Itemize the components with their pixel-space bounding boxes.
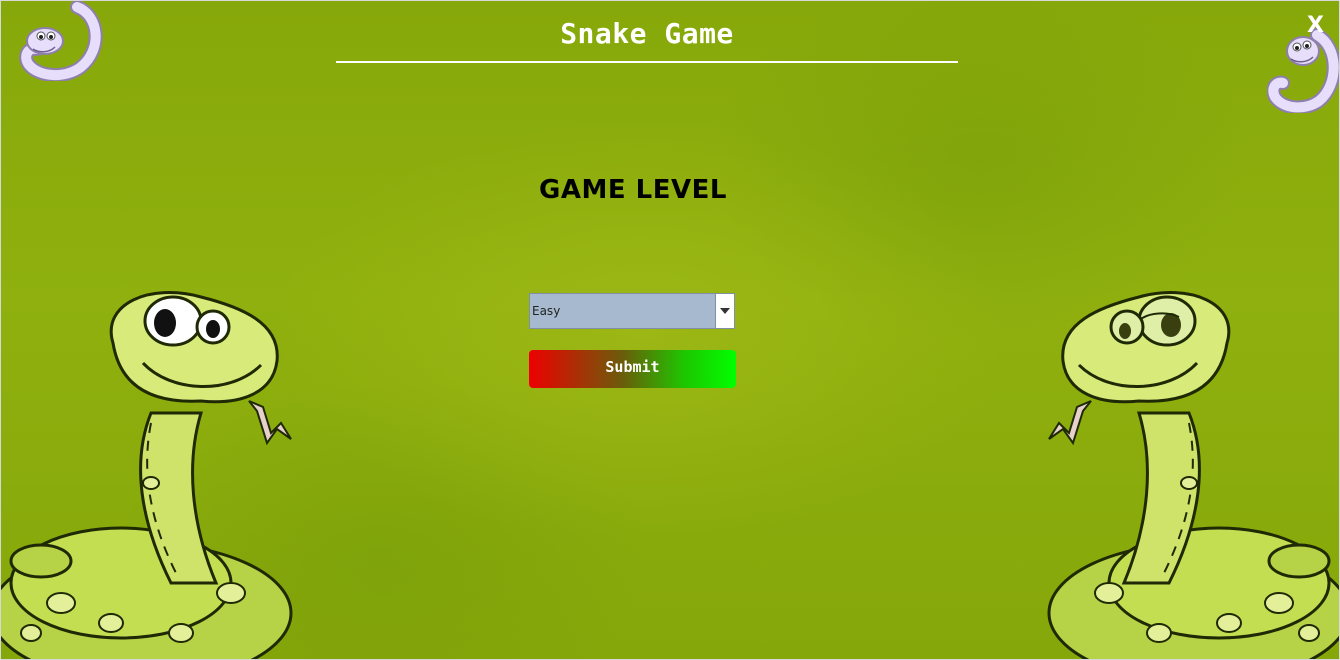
small-purple-snake-icon xyxy=(19,1,103,81)
small-purple-snake-icon xyxy=(1267,28,1339,113)
game-level-heading: GAME LEVEL xyxy=(539,175,727,205)
title-divider xyxy=(336,61,958,63)
window-title: Snake Game xyxy=(560,17,734,50)
dropdown-arrow-button[interactable] xyxy=(715,294,734,328)
game-level-dropdown[interactable]: Easy xyxy=(529,293,735,329)
close-button[interactable]: X xyxy=(1307,13,1329,41)
cartoon-green-snake xyxy=(1,291,293,659)
cartoon-green-snake xyxy=(1047,291,1339,659)
game-level-selected-value: Easy xyxy=(532,304,561,318)
submit-button[interactable]: Submit xyxy=(529,350,736,388)
game-window: Snake Game X GAME LEVEL Easy Submit xyxy=(0,0,1340,660)
chevron-down-icon xyxy=(720,308,730,314)
